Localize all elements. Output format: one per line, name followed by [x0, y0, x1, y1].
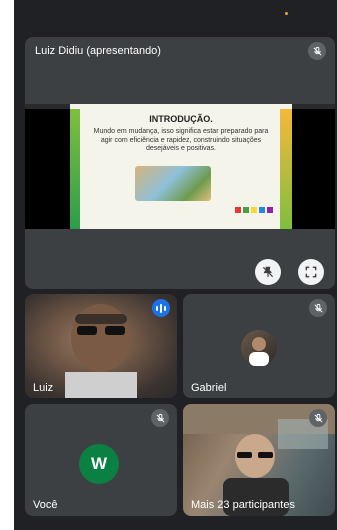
presenter-name: Luiz Didiu (apresentando) — [35, 45, 161, 57]
slide-accent-left — [70, 109, 80, 229]
participant-name: Você — [33, 499, 58, 511]
participant-name: Mais 23 participantes — [191, 499, 295, 511]
fullscreen-button[interactable] — [298, 259, 324, 285]
mic-off-icon — [151, 409, 169, 427]
participant-tile-luiz[interactable]: Luiz — [25, 294, 177, 398]
slide-logos — [235, 207, 273, 213]
avatar: W — [79, 444, 119, 484]
participant-name: Luiz — [33, 382, 54, 394]
mic-off-icon — [309, 409, 327, 427]
pin-off-icon — [262, 266, 274, 278]
mic-off-icon — [309, 299, 327, 317]
unpin-button[interactable] — [255, 259, 281, 285]
participant-tile-more[interactable]: Mais 23 participantes — [183, 404, 335, 516]
participant-name: Gabriel — [191, 382, 227, 394]
speaking-indicator-icon — [152, 299, 170, 317]
slide-body: Mundo em mudança, isso significa estar p… — [93, 128, 269, 152]
slide-title: INTRODUÇÃO. — [149, 114, 213, 124]
slide-image — [135, 166, 211, 201]
mic-off-icon — [308, 42, 326, 60]
avatar-letter: W — [90, 454, 108, 473]
status-dot — [285, 12, 288, 15]
fullscreen-icon — [305, 266, 317, 278]
shared-slide: INTRODUÇÃO. Mundo em mudança, isso signi… — [25, 104, 335, 229]
participant-tile-gabriel[interactable]: Gabriel — [183, 294, 335, 398]
participant-tile-voce[interactable]: W Você — [25, 404, 177, 516]
slide-accent-right — [280, 109, 292, 229]
meeting-screen: Luiz Didiu (apresentando) INTRODUÇÃO. Mu… — [14, 0, 337, 530]
presenter-tile[interactable]: Luiz Didiu (apresentando) INTRODUÇÃO. Mu… — [25, 37, 335, 289]
avatar — [241, 330, 277, 366]
